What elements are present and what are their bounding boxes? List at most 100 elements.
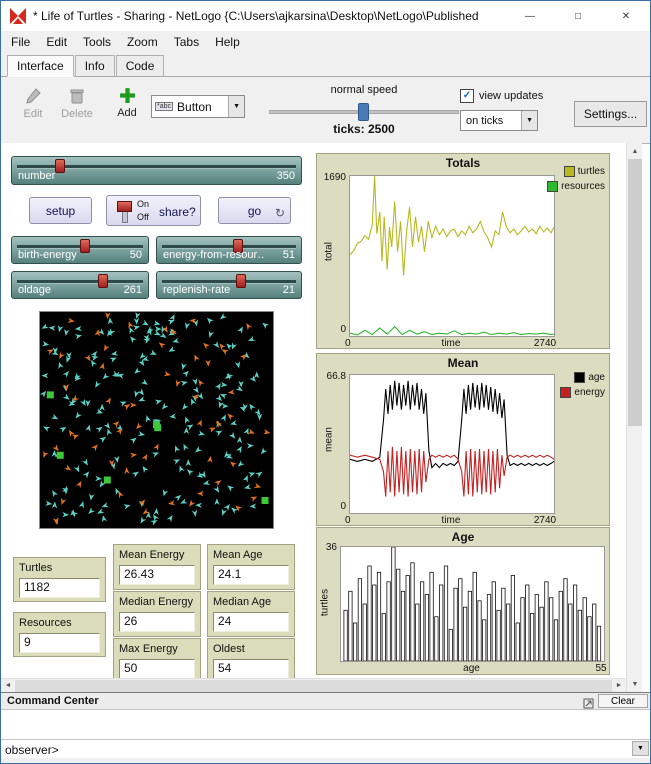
pencil-icon bbox=[24, 87, 42, 105]
y-axis-label: mean bbox=[324, 410, 335, 470]
go-button[interactable]: go ↻ bbox=[218, 197, 291, 224]
slider-energy-from-resources[interactable]: energy-from-resour… 51 bbox=[156, 236, 302, 264]
monitor-label: Mean Energy bbox=[119, 549, 184, 561]
tab-info[interactable]: Info bbox=[75, 55, 115, 76]
monitor-label: Median Energy bbox=[119, 596, 193, 608]
close-button[interactable]: ✕ bbox=[602, 1, 650, 31]
legend-label: energy bbox=[574, 387, 605, 398]
slider-value: 50 bbox=[130, 249, 142, 261]
legend-label: turtles bbox=[578, 166, 605, 177]
tab-bar: Interface Info Code bbox=[1, 53, 650, 77]
settings-button[interactable]: Settings... bbox=[574, 101, 647, 127]
dropdown-arrow-icon: ▼ bbox=[228, 96, 244, 117]
menu-tools[interactable]: Tools bbox=[75, 32, 119, 52]
horizontal-scrollbar-thumb[interactable] bbox=[15, 680, 612, 692]
scroll-down-icon[interactable]: ▼ bbox=[627, 676, 643, 692]
netlogo-window: * Life of Turtles - Sharing - NetLogo {C… bbox=[0, 0, 651, 764]
command-center-title: Command Center bbox=[7, 695, 99, 707]
interface-toolbar: Edit Delete Add *abc Button ▼ normal spe… bbox=[1, 77, 651, 144]
maximize-icon: □ bbox=[575, 11, 581, 22]
command-center-input-row: observer> ▼ bbox=[1, 739, 651, 758]
titlebar: * Life of Turtles - Sharing - NetLogo {C… bbox=[1, 1, 650, 31]
delete-widget-button[interactable]: Delete bbox=[57, 87, 97, 120]
slider-oldage[interactable]: oldage 261 bbox=[11, 271, 149, 299]
horizontal-scrollbar[interactable]: ◄ ► bbox=[1, 678, 626, 692]
button-widget-icon: *abc bbox=[155, 102, 173, 111]
monitor-label: Median Age bbox=[213, 596, 271, 608]
monitor-value: 1182 bbox=[19, 578, 100, 598]
go-button-label: go bbox=[248, 204, 261, 218]
widget-type-value: Button bbox=[177, 100, 212, 114]
menu-help[interactable]: Help bbox=[207, 32, 248, 52]
add-widget-button[interactable]: Add bbox=[107, 87, 147, 119]
slider-handle[interactable] bbox=[236, 274, 246, 288]
legend-label: resources bbox=[561, 181, 605, 192]
switch-label: share? bbox=[159, 205, 196, 219]
y-axis-label: turtles bbox=[320, 573, 331, 633]
x-axis-label: age bbox=[340, 663, 603, 674]
menu-zoom[interactable]: Zoom bbox=[119, 32, 166, 52]
monitor-value: 26.43 bbox=[119, 565, 195, 585]
switch-share[interactable]: On Off share? bbox=[106, 195, 201, 226]
y-max-label: 1690 bbox=[317, 172, 346, 183]
vertical-scrollbar[interactable]: ▲ ▼ bbox=[626, 143, 642, 692]
setup-button[interactable]: setup bbox=[29, 197, 92, 224]
monitor-label: Resources bbox=[19, 617, 72, 629]
scroll-right-icon[interactable]: ► bbox=[612, 679, 626, 692]
switch-handle[interactable] bbox=[117, 201, 132, 212]
scroll-left-icon[interactable]: ◄ bbox=[1, 679, 15, 692]
monitor-max-energy: Max Energy 50 bbox=[113, 638, 201, 678]
menu-edit[interactable]: Edit bbox=[38, 32, 75, 52]
monitor-resources: Resources 9 bbox=[13, 612, 106, 657]
menu-file[interactable]: File bbox=[3, 32, 38, 52]
forever-icon: ↻ bbox=[275, 206, 285, 220]
minimize-button[interactable]: — bbox=[506, 1, 554, 31]
menu-tabs[interactable]: Tabs bbox=[166, 32, 207, 52]
edit-label: Edit bbox=[24, 108, 43, 120]
x-axis-label: time bbox=[349, 338, 553, 349]
slider-handle[interactable] bbox=[98, 274, 108, 288]
tab-code[interactable]: Code bbox=[116, 55, 165, 76]
switch-on-label: On bbox=[137, 199, 149, 209]
scroll-up-icon[interactable]: ▲ bbox=[627, 143, 643, 159]
legend-swatch-age bbox=[574, 372, 585, 383]
slider-handle[interactable] bbox=[80, 239, 90, 253]
monitor-mean-energy: Mean Energy 26.43 bbox=[113, 544, 201, 590]
speed-slider[interactable] bbox=[269, 103, 459, 119]
widget-type-dropdown[interactable]: *abc Button ▼ bbox=[151, 95, 245, 118]
switch-off-label: Off bbox=[137, 212, 149, 222]
maximize-button[interactable]: □ bbox=[554, 1, 602, 31]
slider-label: number bbox=[18, 170, 55, 182]
view-updates-checkbox[interactable]: ✓ view updates bbox=[460, 89, 543, 103]
netlogo-app-icon bbox=[9, 7, 27, 25]
slider-value: 350 bbox=[277, 170, 295, 182]
plot-totals: Totals 1690 0 total 0 time 2740 turtles … bbox=[316, 153, 610, 349]
clear-button[interactable]: Clear bbox=[598, 694, 648, 708]
tab-interface[interactable]: Interface bbox=[7, 55, 74, 77]
history-dropdown-button[interactable]: ▼ bbox=[632, 741, 649, 756]
monitor-value: 54 bbox=[213, 659, 289, 678]
command-center-output[interactable] bbox=[1, 709, 651, 739]
y-min-label: 0 bbox=[317, 501, 346, 512]
plot-area bbox=[340, 546, 605, 662]
plot-mean: Mean 66.8 0 mean 0 time 2740 age energy bbox=[316, 353, 610, 526]
slider-handle[interactable] bbox=[55, 159, 65, 173]
legend-label: age bbox=[588, 372, 605, 383]
x-max-label: 55 bbox=[589, 663, 613, 674]
monitor-mean-age: Mean Age 24.1 bbox=[207, 544, 295, 590]
slider-replenish-rate[interactable]: replenish-rate 21 bbox=[156, 271, 302, 299]
monitor-median-age: Median Age 24 bbox=[207, 591, 295, 637]
world-view[interactable] bbox=[39, 311, 274, 529]
x-max-label: 2740 bbox=[525, 338, 565, 349]
speed-slider-thumb[interactable] bbox=[358, 103, 369, 121]
vertical-scrollbar-thumb[interactable] bbox=[628, 159, 642, 426]
edit-widget-button[interactable]: Edit bbox=[13, 87, 53, 120]
update-mode-dropdown[interactable]: on ticks ▼ bbox=[460, 110, 538, 131]
slider-number[interactable]: number 350 bbox=[11, 156, 302, 185]
close-icon: ✕ bbox=[622, 11, 630, 22]
trash-icon bbox=[68, 87, 86, 105]
slider-birth-energy[interactable]: birth-energy 50 bbox=[11, 236, 149, 264]
update-mode-value: on ticks bbox=[466, 115, 503, 127]
plot-legend: turtles resources bbox=[547, 166, 605, 192]
slider-label: birth-energy bbox=[18, 249, 77, 261]
